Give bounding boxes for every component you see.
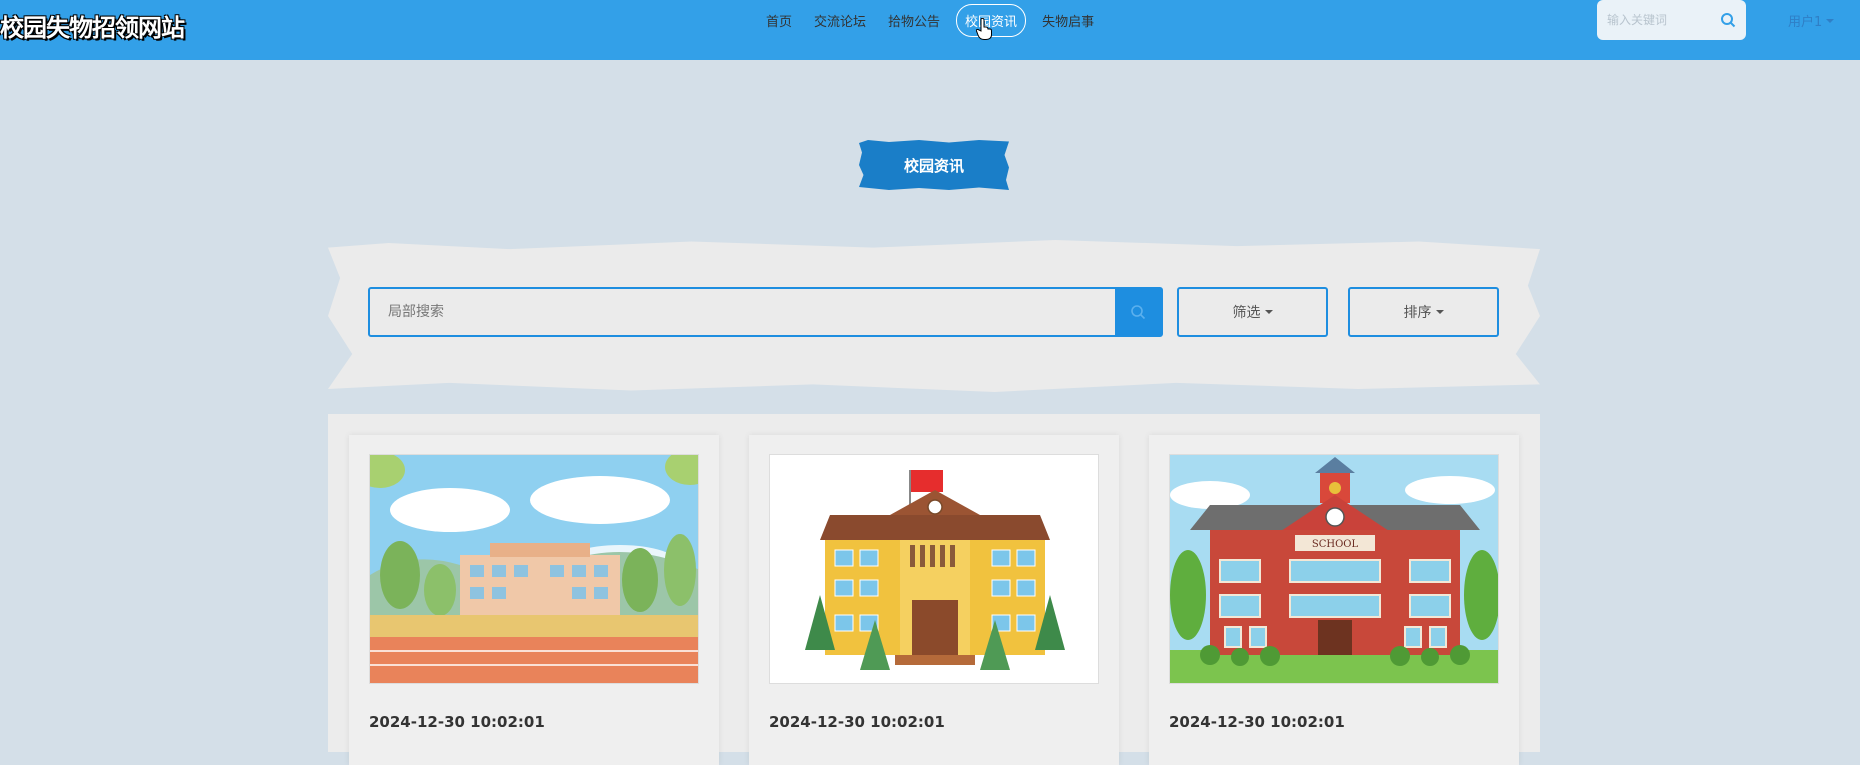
news-card[interactable]: 2024-12-30 10:02:01 [349, 435, 719, 765]
header-search-input[interactable] [1607, 13, 1707, 27]
news-card-date: 2024-12-30 10:02:01 [369, 713, 545, 731]
news-card[interactable]: SCHOOL 2024-12-30 10:02:01 [1149, 435, 1519, 765]
chevron-down-icon [1264, 310, 1273, 314]
section-title: 校园资讯 [859, 140, 1009, 190]
svg-text:SCHOOL: SCHOOL [1312, 539, 1359, 550]
filter-dropdown-button[interactable]: 筛选 [1177, 287, 1328, 337]
filter-label: 筛选 [1232, 305, 1261, 321]
nav-forum[interactable]: 交流论坛 [808, 7, 872, 34]
user-menu[interactable]: 用户1 [1788, 11, 1835, 30]
search-icon [1131, 305, 1146, 320]
nav-found-notice[interactable]: 拾物公告 [882, 7, 946, 34]
nav-lost-notice[interactable]: 失物启事 [1036, 7, 1100, 34]
news-card-date: 2024-12-30 10:02:01 [1169, 713, 1345, 731]
chevron-down-icon [1826, 18, 1835, 23]
local-search-button[interactable] [1115, 289, 1161, 335]
news-card[interactable]: 2024-12-30 10:02:01 [749, 435, 1119, 765]
section-title-badge: 校园资讯 [859, 140, 1009, 190]
news-card-image[interactable] [369, 454, 699, 684]
pointer-cursor-icon [976, 18, 992, 40]
news-card-image[interactable] [769, 454, 1099, 684]
user-name: 用户1 [1788, 15, 1823, 30]
site-title[interactable]: 校园失物招领网站 [0, 8, 185, 43]
sort-dropdown-button[interactable]: 排序 [1348, 287, 1499, 337]
header-search [1597, 0, 1746, 40]
main-nav: 首页 交流论坛 拾物公告 校园资讯 失物启事 [760, 0, 1100, 40]
top-header: 校园失物招领网站 首页 交流论坛 拾物公告 校园资讯 失物启事 用户1 [0, 0, 1860, 60]
chevron-down-icon [1435, 310, 1444, 314]
sort-label: 排序 [1403, 305, 1432, 321]
local-search-input[interactable] [370, 289, 1115, 335]
nav-home[interactable]: 首页 [760, 7, 798, 34]
news-card-image[interactable]: SCHOOL [1169, 454, 1499, 684]
news-card-date: 2024-12-30 10:02:01 [769, 713, 945, 731]
local-search [368, 287, 1163, 337]
search-icon[interactable] [1720, 12, 1736, 28]
